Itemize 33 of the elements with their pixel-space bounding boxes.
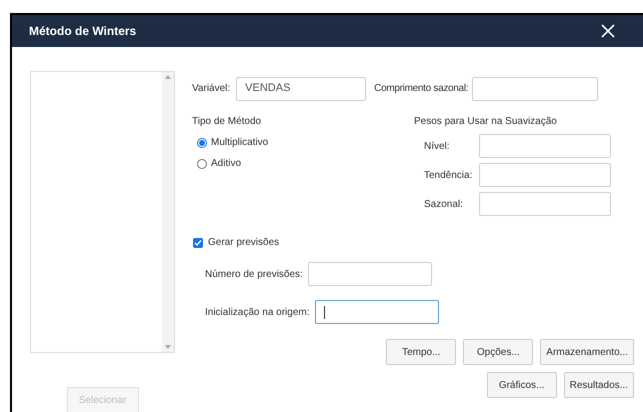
- input-field[interactable]: [314, 300, 438, 324]
- action-button[interactable]: Opções...: [463, 339, 534, 365]
- scrollbar[interactable]: [162, 72, 174, 352]
- input-field[interactable]: [479, 163, 611, 187]
- input-field[interactable]: VENDAS: [236, 76, 366, 100]
- field-label: Variável:: [192, 82, 230, 96]
- radio-icon[interactable]: [197, 138, 207, 148]
- section-title: Tipo de Método: [192, 115, 262, 129]
- field-label: Tendência:: [424, 168, 474, 182]
- close-icon[interactable]: [601, 24, 615, 38]
- field-label: Inicialização na origem:: [205, 306, 310, 320]
- checkbox-icon[interactable]: [193, 238, 203, 248]
- field-label: Comprimento sazonal:: [374, 82, 468, 96]
- input-field[interactable]: [472, 76, 598, 100]
- field-label: Sazonal:: [424, 198, 464, 212]
- section-title: Pesos para Usar na Suavização: [414, 115, 558, 129]
- action-button[interactable]: Resultados...: [564, 372, 634, 398]
- field-label: Número de previsões:: [205, 268, 303, 282]
- input-field[interactable]: [308, 262, 432, 286]
- radio-icon[interactable]: [197, 158, 207, 168]
- scroll-down-icon[interactable]: [165, 345, 171, 349]
- radio-option[interactable]: Multiplicativo: [197, 135, 414, 150]
- scroll-up-icon[interactable]: [165, 75, 171, 79]
- checkbox-option[interactable]: Gerar previsões: [193, 235, 642, 250]
- input-field[interactable]: [479, 192, 611, 216]
- action-button[interactable]: Gráficos...: [486, 372, 557, 398]
- variable-list[interactable]: [30, 71, 175, 353]
- window-title: Método de Winters: [29, 23, 136, 40]
- radio-option[interactable]: Aditivo: [197, 156, 414, 171]
- input-field[interactable]: [479, 134, 611, 158]
- action-button[interactable]: Tempo...: [386, 339, 456, 365]
- field-label: Nível:: [424, 140, 451, 154]
- action-button[interactable]: Armazenamento...: [540, 339, 634, 365]
